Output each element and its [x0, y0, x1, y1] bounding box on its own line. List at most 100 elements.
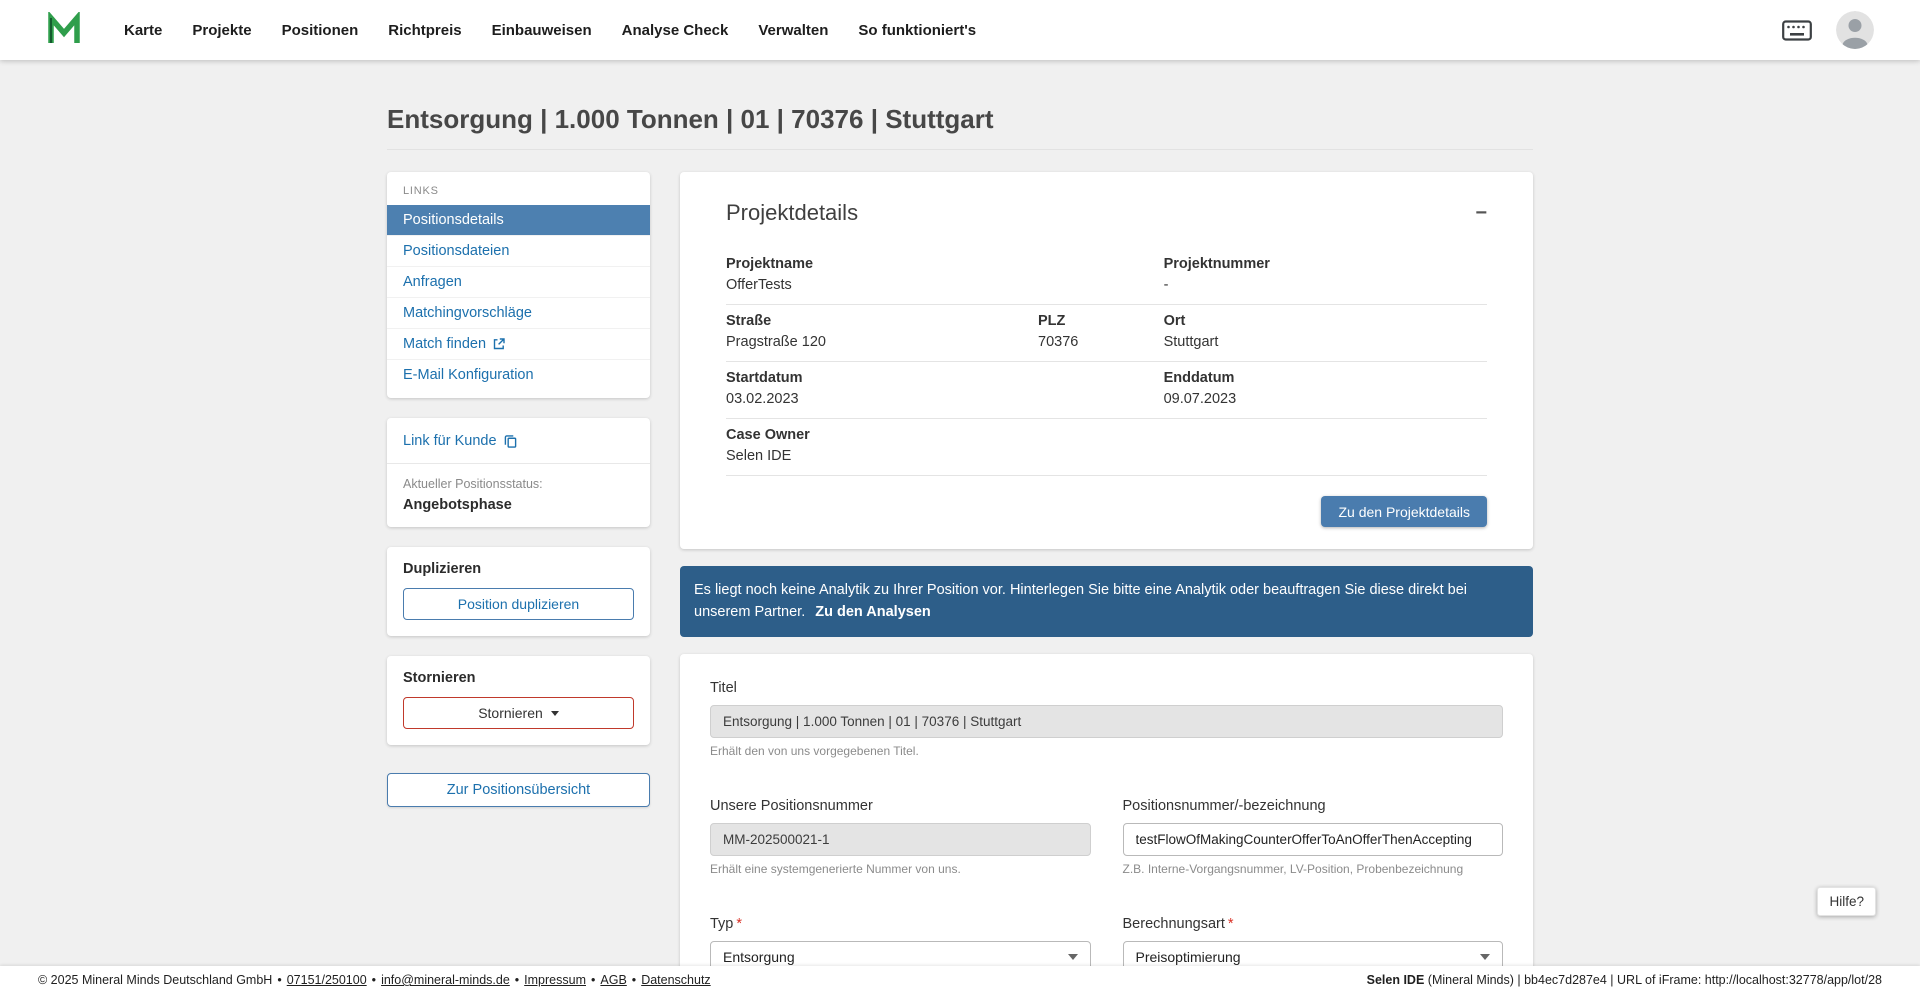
titel-helper: Erhält den von uns vorgegebenen Titel. [710, 744, 1503, 758]
user-avatar[interactable] [1836, 11, 1874, 49]
cancel-position-button[interactable]: Stornieren [403, 697, 634, 729]
position-form-card: Titel Erhält den von uns vorgegebenen Ti… [680, 654, 1533, 994]
projektnummer-value: - [1164, 277, 1487, 293]
chevron-down-icon [1068, 954, 1078, 960]
sidebar: LINKS Positionsdetails Positionsdateien … [387, 172, 650, 807]
mineral-minds-logo[interactable] [46, 12, 82, 48]
sidebar-item-positionsdetails[interactable]: Positionsdetails [387, 205, 650, 235]
separator: • [591, 973, 595, 987]
main-content: Projektdetails − Projektname OfferTests … [680, 172, 1533, 994]
session-info: Selen IDE (Mineral Minds) | bb4ec7d287e4… [1367, 973, 1882, 987]
nav-item-positionen[interactable]: Positionen [282, 22, 359, 39]
nav-item-analyse-check[interactable]: Analyse Check [622, 22, 729, 39]
separator: • [632, 973, 636, 987]
typ-select-value: Entsorgung [723, 949, 795, 965]
cancel-card: Stornieren Stornieren [387, 656, 650, 745]
externe-positionsnummer-input[interactable] [1123, 823, 1504, 856]
ort-label: Ort [1164, 313, 1487, 329]
projektname-value: OfferTests [726, 277, 1164, 293]
title-divider [387, 149, 1533, 150]
strasse-value: Pragstraße 120 [726, 334, 1038, 350]
startdatum-value: 03.02.2023 [726, 391, 1164, 407]
links-card-header: LINKS [387, 172, 650, 205]
session-details: (Mineral Minds) | bb4ec7d287e4 | URL of … [1424, 973, 1882, 987]
case-owner-label: Case Owner [726, 427, 1487, 443]
project-details-header: Projektdetails − [726, 200, 1487, 226]
nav-item-richtpreis[interactable]: Richtpreis [388, 22, 461, 39]
nav-item-so-funktionierts[interactable]: So funktioniert's [858, 22, 976, 39]
help-button[interactable]: Hilfe? [1817, 887, 1876, 916]
strasse-label: Straße [726, 313, 1038, 329]
externe-positionsnummer-helper: Z.B. Interne-Vorgangsnummer, LV-Position… [1123, 862, 1504, 876]
customer-link[interactable]: Link für Kunde [403, 433, 517, 449]
titel-label: Titel [710, 680, 1503, 696]
footer-datenschutz-link[interactable]: Datenschutz [641, 973, 710, 987]
duplicate-title: Duplizieren [403, 561, 634, 577]
nav-item-karte[interactable]: Karte [124, 22, 162, 39]
nav-item-einbauweisen[interactable]: Einbauweisen [492, 22, 592, 39]
page-title: Entsorgung | 1.000 Tonnen | 01 | 70376 |… [387, 104, 1533, 134]
separator: • [277, 973, 281, 987]
project-details-card: Projektdetails − Projektname OfferTests … [680, 172, 1533, 549]
berechnungsart-label: Berechnungsart* [1123, 916, 1504, 932]
startdatum-label: Startdatum [726, 370, 1164, 386]
sidebar-item-matchingvorschlaege[interactable]: Matchingvorschläge [387, 297, 650, 328]
card-divider [387, 463, 650, 464]
cancel-title: Stornieren [403, 670, 634, 686]
footer-left: © 2025 Mineral Minds Deutschland GmbH • … [38, 973, 711, 987]
nav-item-projekte[interactable]: Projekte [192, 22, 251, 39]
footer-impressum-link[interactable]: Impressum [524, 973, 586, 987]
cancel-position-button-label: Stornieren [478, 705, 543, 721]
projektname-label: Projektname [726, 256, 1164, 272]
page-container: Entsorgung | 1.000 Tonnen | 01 | 70376 |… [387, 60, 1533, 994]
sidebar-item-match-finden[interactable]: Match finden [387, 328, 650, 359]
sidebar-item-anfragen[interactable]: Anfragen [387, 266, 650, 297]
positionsnummer-field: Unsere Positionsnummer Erhält eine syste… [710, 798, 1091, 876]
footer-agb-link[interactable]: AGB [600, 973, 626, 987]
sidebar-item-email-konfiguration[interactable]: E-Mail Konfiguration [387, 359, 650, 390]
berechnungsart-select-value: Preisoptimierung [1136, 949, 1241, 965]
form-row: Unsere Positionsnummer Erhält eine syste… [710, 798, 1503, 876]
plz-label: PLZ [1038, 313, 1164, 329]
keyboard-icon[interactable] [1782, 20, 1812, 41]
titel-input [710, 705, 1503, 738]
required-asterisk: * [1228, 916, 1234, 932]
ort-value: Stuttgart [1164, 334, 1487, 350]
enddatum-value: 09.07.2023 [1164, 391, 1487, 407]
typ-label: Typ* [710, 916, 1091, 932]
sidebar-item-positionsdateien[interactable]: Positionsdateien [387, 235, 650, 266]
collapse-button[interactable]: − [1475, 203, 1487, 223]
copy-icon [504, 434, 517, 449]
banner-analyses-link[interactable]: Zu den Analysen [815, 604, 930, 620]
table-row: Case Owner Selen IDE [726, 419, 1487, 476]
session-user: Selen IDE [1367, 973, 1425, 987]
footer-phone-link[interactable]: 07151/250100 [287, 973, 367, 987]
plz-value: 70376 [1038, 334, 1164, 350]
copyright-text: © 2025 Mineral Minds Deutschland GmbH [38, 973, 272, 987]
links-card: LINKS Positionsdetails Positionsdateien … [387, 172, 650, 398]
navbar: Karte Projekte Positionen Richtpreis Ein… [0, 0, 1920, 60]
duplicate-position-button[interactable]: Position duplizieren [403, 588, 634, 620]
position-status-value: Angebotsphase [403, 497, 634, 513]
sidebar-item-match-finden-label: Match finden [403, 336, 486, 352]
separator: • [515, 973, 519, 987]
separator: • [372, 973, 376, 987]
mineral-minds-logo-icon [46, 12, 82, 48]
project-details-table: Projektname OfferTests Projektnummer - S… [726, 248, 1487, 476]
position-overview-button[interactable]: Zur Positionsübersicht [387, 773, 650, 807]
table-row: Straße Pragstraße 120 PLZ 70376 Ort Stut… [726, 305, 1487, 362]
caret-down-icon [551, 711, 559, 716]
footer-email-link[interactable]: info@mineral-minds.de [381, 973, 510, 987]
position-status-label: Aktueller Positionsstatus: [403, 477, 634, 491]
customer-link-label: Link für Kunde [403, 433, 497, 449]
nav-item-verwalten[interactable]: Verwalten [758, 22, 828, 39]
projektnummer-label: Projektnummer [1164, 256, 1487, 272]
customer-status-card: Link für Kunde Aktueller Positionsstatus… [387, 418, 650, 527]
navbar-right [1782, 11, 1874, 49]
externe-positionsnummer-field: Positionsnummer/-bezeichnung Z.B. Intern… [1123, 798, 1504, 876]
project-details-button[interactable]: Zu den Projektdetails [1321, 496, 1487, 527]
project-details-heading: Projektdetails [726, 200, 858, 226]
content-columns: LINKS Positionsdetails Positionsdateien … [387, 172, 1533, 994]
case-owner-value: Selen IDE [726, 448, 1487, 464]
analytics-banner-text: Es liegt noch keine Analytik zu Ihrer Po… [694, 582, 1467, 620]
